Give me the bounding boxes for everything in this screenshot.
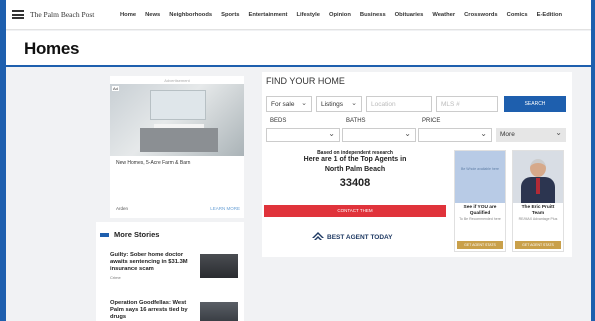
nav-link-crosswords[interactable]: Crosswords	[464, 12, 498, 18]
mls-input[interactable]: MLS #	[436, 96, 498, 112]
tile-title: See if YOU are Qualified	[463, 205, 497, 216]
beds-select[interactable]	[266, 128, 340, 142]
page-title: Homes	[24, 39, 80, 58]
price-label: PRICE	[422, 118, 441, 124]
listings-value: Listings	[321, 101, 344, 108]
ad-image[interactable]: Ad	[110, 84, 244, 156]
search-button[interactable]: SEARCH	[504, 96, 566, 112]
sale-type-select[interactable]: For sale	[266, 96, 312, 112]
nav-link-neighborhoods[interactable]: Neighborhoods	[169, 12, 212, 18]
portrait-head	[530, 159, 546, 177]
sale-type-value: For sale	[271, 101, 295, 108]
finder-title: FIND YOUR HOME	[266, 76, 345, 86]
logo-text: BEST AGENT TODAY	[327, 233, 393, 241]
promo-zip: 33408	[339, 177, 371, 189]
story-headline[interactable]: Guilty: Sober home doctor awaits sentenc…	[110, 252, 196, 274]
more-stories-panel: More Stories Guilty: Sober home doctor a…	[96, 222, 244, 321]
home-search-panel: FIND YOUR HOME For sale Listings Locatio…	[262, 72, 572, 257]
ad-label: Advertisement	[164, 78, 190, 83]
contact-them-button[interactable]: CONTACT THEM	[264, 205, 446, 217]
listings-select[interactable]: Listings	[316, 96, 362, 112]
ad-badge: Ad	[112, 86, 119, 91]
nav-link-entertainment[interactable]: Entertainment	[248, 12, 287, 18]
nav-link-weather[interactable]: Weather	[432, 12, 455, 18]
top-navigation: The Palm Beach Post Home News Neighborho…	[6, 0, 591, 30]
agent-promo: Based on independent research Here are 1…	[262, 150, 448, 254]
hamburger-menu-icon[interactable]	[12, 10, 24, 19]
ad-image-vanity	[140, 128, 218, 152]
get-agent-stats-button[interactable]: GET AGENT STATS	[457, 241, 503, 249]
nav-link-comics[interactable]: Comics	[507, 12, 528, 18]
agent-tile-eric-pruitt[interactable]: The Eric Pruitt Team RE/MAX Advantage Pl…	[512, 150, 564, 252]
more-stories-header: More Stories	[100, 230, 159, 239]
nav-link-obituaries[interactable]: Obituaries	[395, 12, 424, 18]
section-header: Homes	[6, 31, 591, 67]
story-thumbnail[interactable]	[200, 254, 238, 278]
beds-label: BEDS	[270, 118, 287, 124]
site-brand[interactable]: The Palm Beach Post	[30, 10, 114, 19]
ad-image-mirror	[150, 90, 206, 120]
nav-link-home[interactable]: Home	[120, 12, 136, 18]
section-accent-bar	[100, 232, 109, 237]
ad-advertiser: Arden	[116, 206, 129, 211]
nav-link-business[interactable]: Business	[360, 12, 386, 18]
more-stories-title: More Stories	[114, 230, 160, 239]
story-item[interactable]: Operation Goodfellas: West Palm says 16 …	[110, 300, 240, 321]
story-item[interactable]: Guilty: Sober home doctor awaits sentenc…	[110, 252, 240, 280]
agent-tile-qualify[interactable]: Be Whole available here See if YOU are Q…	[454, 150, 506, 252]
nav-link-sports[interactable]: Sports	[221, 12, 239, 18]
nav-links: Home News Neighborhoods Sports Entertain…	[120, 12, 562, 18]
promo-heading: Here are 1 of the Top Agents in	[303, 156, 407, 163]
page-edge-right	[591, 0, 595, 321]
story-headline[interactable]: Operation Goodfellas: West Palm says 16 …	[110, 300, 196, 321]
nav-link-news[interactable]: News	[145, 12, 160, 18]
story-thumbnail[interactable]	[200, 302, 238, 321]
agent-portrait	[513, 151, 563, 203]
tile-placeholder-image: Be Whole available here	[455, 151, 505, 203]
get-agent-stats-button[interactable]: GET AGENT STATS	[515, 241, 561, 249]
tile-subtitle: RE/MAX Advantage Plus	[518, 217, 558, 221]
nav-link-lifestyle[interactable]: Lifestyle	[296, 12, 320, 18]
location-placeholder: Location	[371, 101, 396, 108]
ad-headline[interactable]: New Homes, 5-Acre Farm & Barn	[116, 160, 190, 166]
mls-placeholder: MLS #	[441, 101, 460, 108]
tile-subtitle: To Be Recommended here	[459, 217, 501, 221]
tile-image-text: Be Whole available here	[461, 167, 499, 171]
house-logo-icon	[312, 232, 324, 240]
promo-location: North Palm Beach	[324, 166, 386, 173]
portrait-tie	[536, 178, 540, 194]
best-agent-today-logo[interactable]: BEST AGENT TODAY	[312, 232, 393, 242]
more-filters-label: More	[500, 131, 515, 138]
baths-label: BATHS	[346, 118, 366, 124]
baths-select[interactable]	[342, 128, 416, 142]
more-filters-button[interactable]: More	[496, 128, 566, 142]
nav-link-opinion[interactable]: Opinion	[329, 12, 351, 18]
nav-link-e-edition[interactable]: E-Edition	[537, 12, 562, 18]
price-select[interactable]	[418, 128, 492, 142]
ad-learn-more-link[interactable]: LEARN MORE	[210, 206, 240, 211]
tile-title: The Eric Pruitt Team	[521, 205, 555, 216]
advertisement-card[interactable]: Advertisement Ad New Homes, 5-Acre Farm …	[110, 76, 244, 218]
location-input[interactable]: Location	[366, 96, 432, 112]
